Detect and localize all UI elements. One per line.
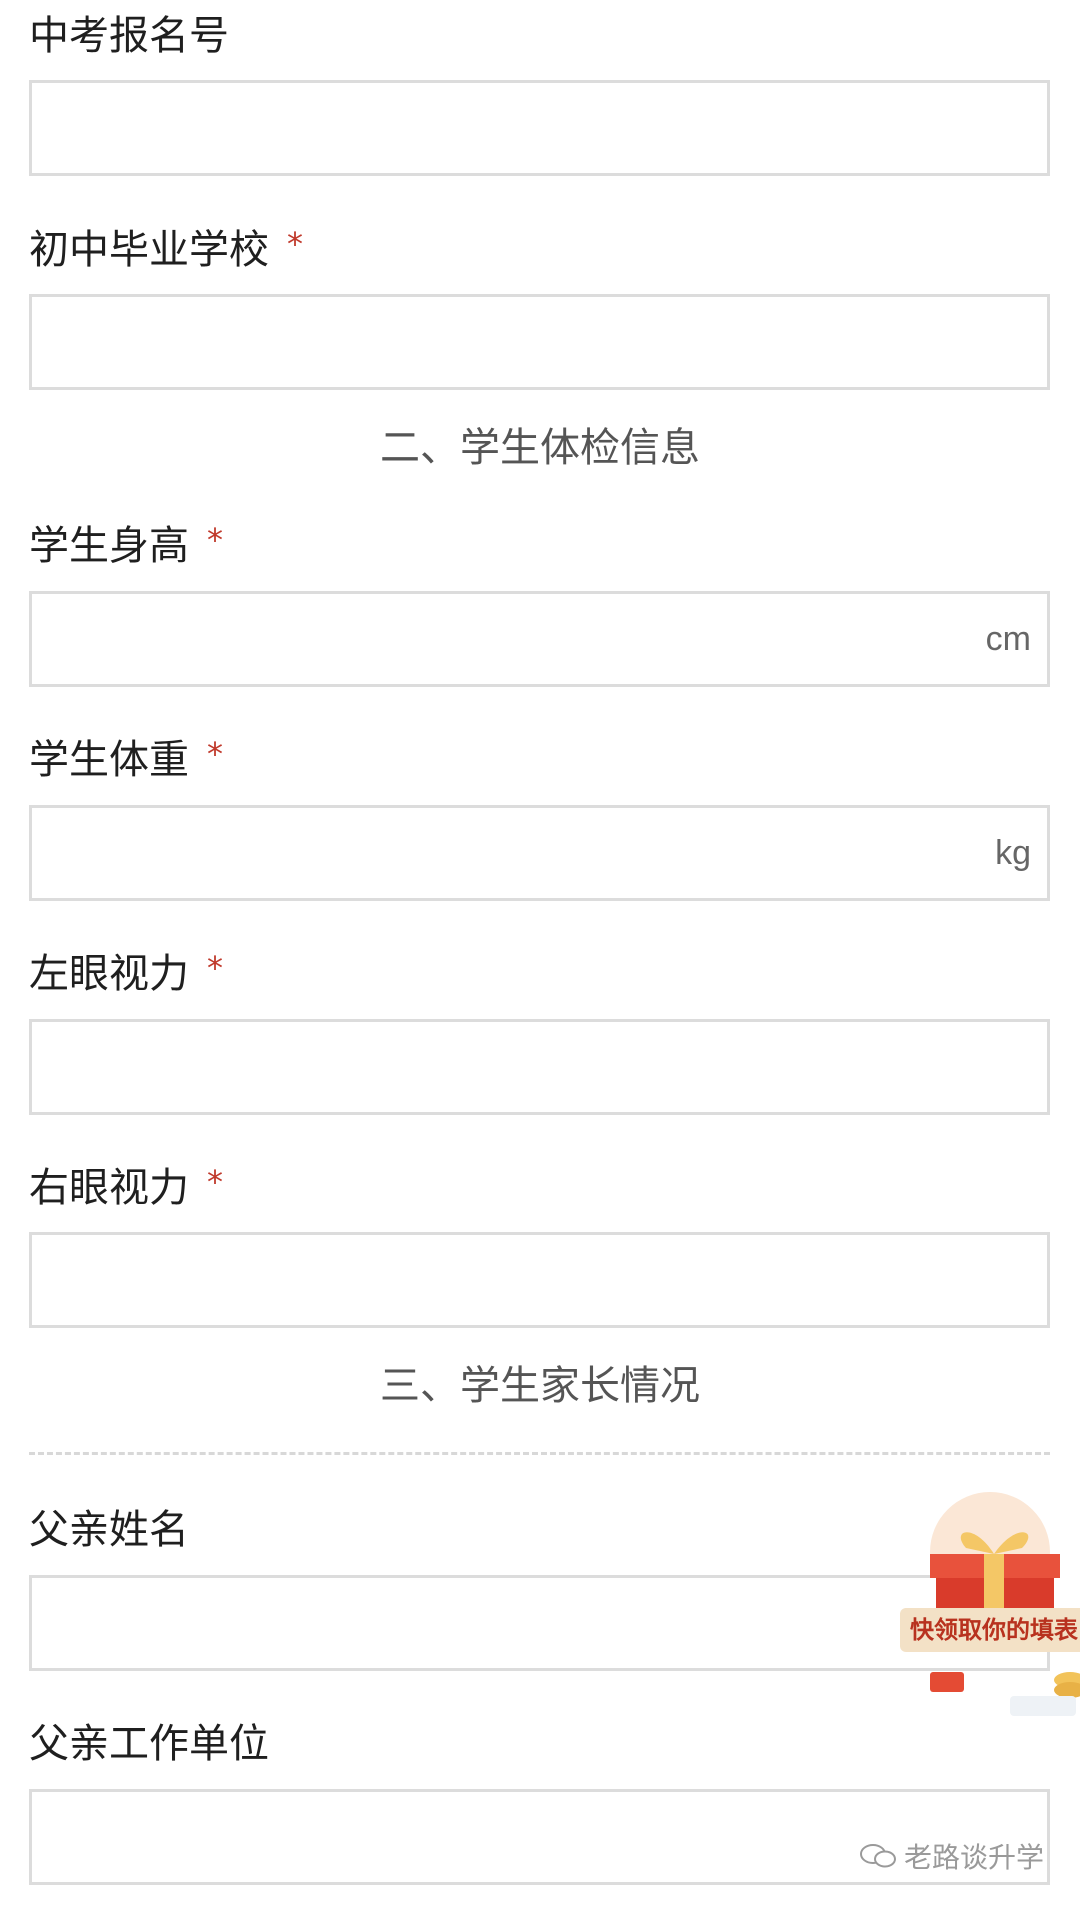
- section-divider: [29, 1452, 1050, 1455]
- weight-input[interactable]: kg: [29, 805, 1050, 901]
- wechat-icon: [860, 1844, 896, 1868]
- required-mark: *: [207, 735, 223, 773]
- label-father-name: 父亲姓名: [29, 1507, 189, 1553]
- required-mark: *: [207, 949, 223, 987]
- left-eye-vision-input[interactable]: [29, 1019, 1050, 1115]
- label-height: 学生身高 *: [29, 521, 223, 569]
- label-exam-reg-number: 中考报名号: [29, 13, 229, 59]
- required-mark: *: [207, 1163, 223, 1201]
- required-mark: *: [287, 225, 303, 263]
- section-title-physical-exam: 二、学生体检信息: [380, 425, 700, 471]
- promo-label: 快领取你的填表: [900, 1608, 1080, 1652]
- label-middle-school: 初中毕业学校 *: [29, 225, 303, 273]
- middle-school-input[interactable]: [29, 294, 1050, 390]
- promo-gift-widget[interactable]: 快领取你的填表: [870, 1482, 1080, 1718]
- weight-unit: kg: [995, 833, 1031, 872]
- label-right-eye-vision: 右眼视力 *: [29, 1163, 223, 1211]
- section-title-parents: 三、学生家长情况: [380, 1363, 700, 1409]
- exam-reg-number-input[interactable]: [29, 80, 1050, 176]
- watermark: 老路谈升学: [858, 1836, 1044, 1876]
- required-mark: *: [207, 521, 223, 559]
- gift-box-icon: [930, 1492, 1080, 1716]
- height-input[interactable]: cm: [29, 591, 1050, 687]
- watermark-text: 老路谈升学: [904, 1841, 1045, 1874]
- label-weight: 学生体重 *: [29, 735, 223, 783]
- height-unit: cm: [985, 619, 1031, 658]
- label-left-eye-vision: 左眼视力 *: [29, 949, 223, 997]
- label-father-workplace: 父亲工作单位: [29, 1721, 269, 1767]
- right-eye-vision-input[interactable]: [29, 1232, 1050, 1328]
